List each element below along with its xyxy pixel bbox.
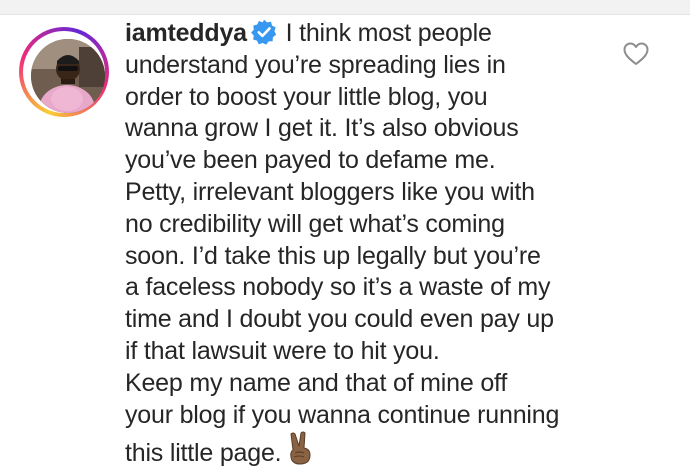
- heart-outline-icon[interactable]: [623, 42, 649, 66]
- comment-line: your blog if you wanna continue running: [125, 400, 560, 429]
- comment-line: wanna grow I get it. It’s also obvious: [125, 114, 519, 143]
- comment-line: order to boost your little blog, you: [125, 82, 488, 111]
- username-link[interactable]: iamteddya: [125, 19, 247, 47]
- avatar[interactable]: [31, 39, 105, 113]
- comment-line: understand you’re spreading lies in: [125, 50, 506, 79]
- verified-badge-icon: [250, 19, 276, 45]
- comment-line: a faceless nobody so it’s a waste of my: [125, 273, 551, 302]
- top-edge-bar: [0, 0, 690, 15]
- comment-line: time and I doubt you could even pay up: [125, 305, 554, 334]
- comment-line: Petty, irrelevant bloggers like you with: [125, 177, 535, 206]
- victory-hand-emoji: [290, 431, 311, 465]
- user-avatar-image: [31, 39, 105, 113]
- story-ring[interactable]: [19, 27, 109, 117]
- comment-text: iamteddya I think most people understand…: [125, 18, 605, 470]
- comment-line: if that lawsuit were to hit you.: [125, 336, 440, 365]
- comment-line: you’ve been payed to defame me.: [125, 146, 496, 175]
- comment-line: I think most people: [285, 19, 492, 47]
- comment-line: this little page.: [125, 439, 282, 468]
- comment-item: iamteddya I think most people understand…: [0, 14, 690, 471]
- comment-last-line: this little page.: [125, 431, 605, 470]
- comment-first-line: iamteddya I think most people: [125, 18, 605, 50]
- comment-line: soon. I’d take this up legally but you’r…: [125, 241, 541, 270]
- comment-line: no credibility will get what’s coming: [125, 209, 505, 238]
- comment-line: Keep my name and that of mine off: [125, 368, 508, 397]
